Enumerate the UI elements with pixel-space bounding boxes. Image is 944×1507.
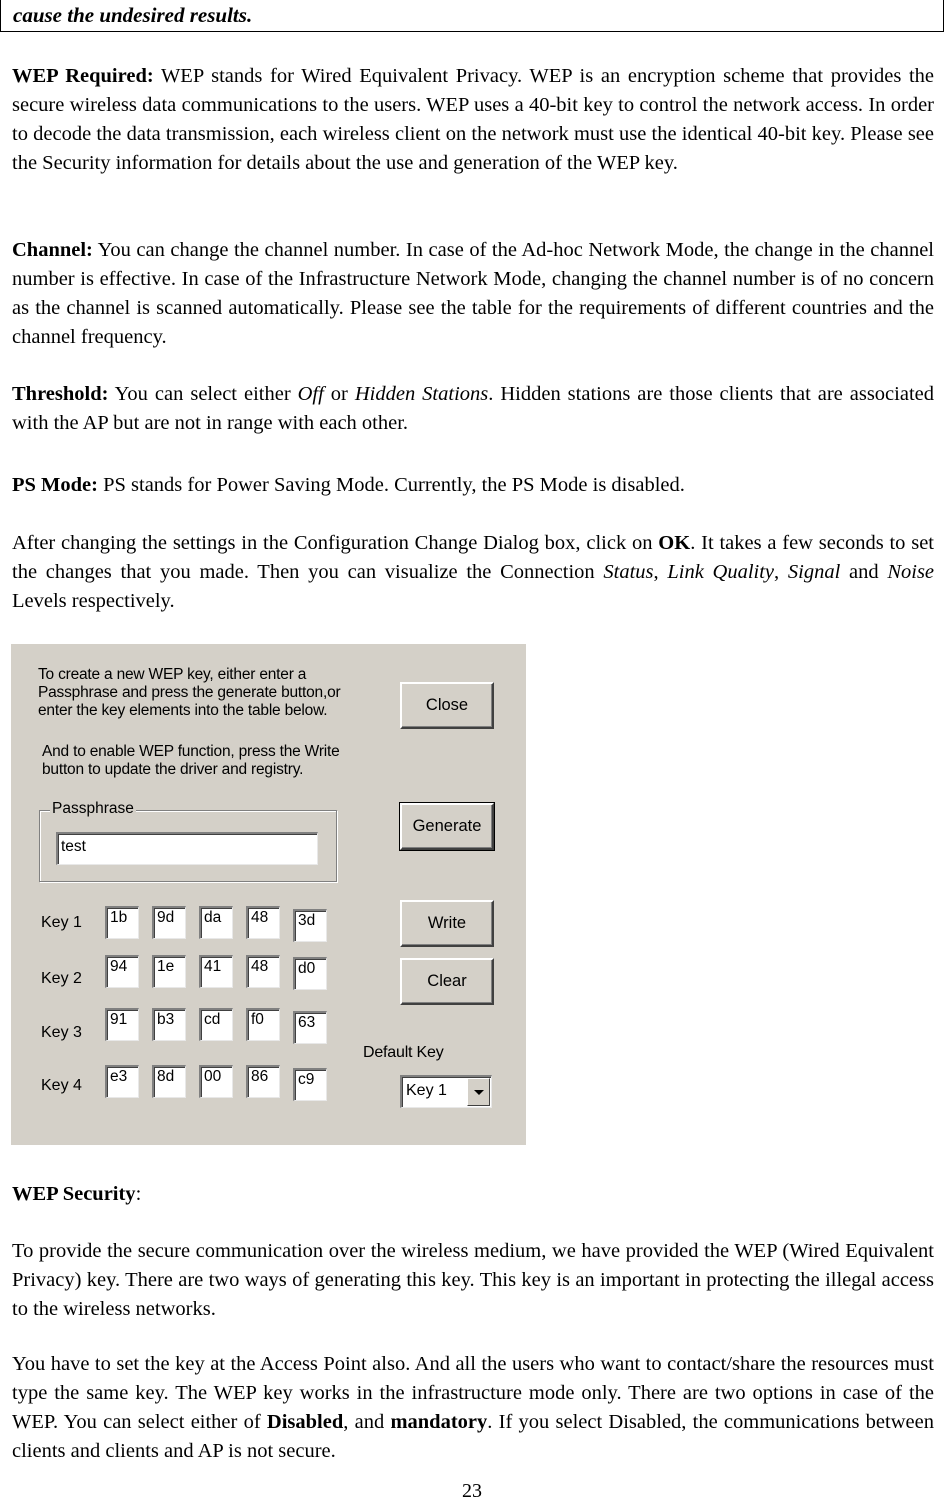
wep-required-heading: WEP Required: (12, 65, 154, 87)
dialog-instructions: To create a new WEP key, either enter a … (38, 666, 341, 720)
key-1-byte-3[interactable]: da (199, 906, 233, 939)
key-4-label: Key 4 (41, 1077, 82, 1094)
key-2-byte-3[interactable]: 41 (199, 955, 233, 988)
mandatory-term: mandatory (390, 1411, 488, 1433)
ps-mode-text: PS stands for Power Saving Mode. Current… (97, 474, 685, 496)
key-4-byte-1[interactable]: e3 (105, 1065, 139, 1098)
ok-term: OK (658, 532, 691, 554)
key-2-byte-5[interactable]: d0 (293, 957, 327, 990)
wep-security-paragraph-1: To provide the secure communication over… (12, 1237, 934, 1324)
dialog-write-instructions: And to enable WEP function, press the Wr… (42, 743, 340, 779)
key-3-byte-1[interactable]: 91 (105, 1008, 139, 1041)
key-3-byte-4[interactable]: f0 (246, 1008, 280, 1041)
key-2-byte-1[interactable]: 94 (105, 955, 139, 988)
instruction-line: enter the key elements into the table be… (38, 702, 328, 719)
key-3-byte-3[interactable]: cd (199, 1008, 233, 1041)
wep-security-heading: WEP Security (12, 1183, 136, 1205)
wep-required-paragraph: WEP Required: WEP stands for Wired Equiv… (12, 62, 934, 178)
instruction-line: Passphrase and press the generate button… (38, 684, 341, 701)
write-button[interactable]: Write (400, 900, 494, 947)
wep-key-dialog: To create a new WEP key, either enter a … (11, 644, 526, 1145)
option-hidden-stations: Hidden Stations (354, 383, 489, 405)
generate-button[interactable]: Generate (399, 802, 495, 851)
separator: , (653, 561, 668, 583)
key-3-byte-2[interactable]: b3 (152, 1008, 186, 1041)
instruction-line: To create a new WEP key, either enter a (38, 666, 307, 683)
continued-note-box: cause the undesired results. (0, 0, 944, 32)
ps-mode-heading: PS Mode: (12, 474, 98, 496)
after-changing-text: After changing the settings in the Confi… (12, 532, 659, 554)
instruction-line: button to update the driver and registry… (42, 761, 304, 778)
channel-heading: Channel: (12, 239, 93, 261)
separator: , (774, 561, 788, 583)
signal-term: Signal (787, 561, 841, 583)
after-changing-text: Levels respectively. (12, 590, 175, 612)
noise-term: Noise (887, 561, 935, 583)
passphrase-group: Passphrase test (39, 800, 337, 882)
threshold-text: or (323, 383, 355, 405)
instruction-line: And to enable WEP function, press the Wr… (42, 743, 340, 760)
wep-security-text: To provide the secure communication over… (12, 1240, 934, 1320)
disabled-term: Disabled (266, 1411, 344, 1433)
channel-text: You can change the channel number. In ca… (12, 239, 934, 348)
passphrase-label: Passphrase (50, 800, 136, 818)
key-1-label: Key 1 (41, 914, 82, 931)
threshold-paragraph: Threshold: You can select either Off or … (12, 380, 934, 438)
key-2-label: Key 2 (41, 970, 82, 987)
key-1-byte-4[interactable]: 48 (246, 906, 280, 939)
key-3-byte-5[interactable]: 63 (293, 1011, 327, 1044)
default-key-value: Key 1 (406, 1082, 447, 1099)
heading-colon: : (135, 1183, 142, 1205)
default-key-select[interactable]: Key 1 (400, 1075, 492, 1108)
wep-security-text: , and (343, 1411, 391, 1433)
key-2-byte-2[interactable]: 1e (152, 955, 186, 988)
key-3-label: Key 3 (41, 1024, 82, 1041)
chevron-down-icon[interactable] (467, 1078, 490, 1106)
key-2-byte-4[interactable]: 48 (246, 955, 280, 988)
wep-security-heading-line: WEP Security: (12, 1180, 934, 1209)
key-1-byte-2[interactable]: 9d (152, 906, 186, 939)
threshold-heading: Threshold: (12, 383, 109, 405)
key-4-byte-2[interactable]: 8d (152, 1065, 186, 1098)
passphrase-input[interactable]: test (56, 832, 318, 865)
default-key-label: Default Key (363, 1044, 444, 1061)
key-4-byte-4[interactable]: 86 (246, 1065, 280, 1098)
ps-mode-paragraph: PS Mode: PS stands for Power Saving Mode… (12, 471, 934, 500)
clear-button[interactable]: Clear (400, 958, 494, 1005)
after-changing-paragraph: After changing the settings in the Confi… (12, 529, 934, 616)
key-1-byte-1[interactable]: 1b (105, 906, 139, 939)
continued-note-text: cause the undesired results. (13, 3, 253, 27)
threshold-text: You can select either (108, 383, 298, 405)
key-1-byte-5[interactable]: 3d (293, 909, 327, 942)
key-4-byte-3[interactable]: 00 (199, 1065, 233, 1098)
page-number: 23 (462, 1480, 482, 1502)
key-4-byte-5[interactable]: c9 (293, 1068, 327, 1101)
close-button[interactable]: Close (400, 682, 494, 729)
wep-security-paragraph-2: You have to set the key at the Access Po… (12, 1350, 934, 1466)
link-quality-term: Link Quality (667, 561, 775, 583)
option-off: Off (297, 383, 324, 405)
status-term: Status (603, 561, 654, 583)
after-changing-text: and (840, 561, 888, 583)
channel-paragraph: Channel: You can change the channel numb… (12, 236, 934, 352)
